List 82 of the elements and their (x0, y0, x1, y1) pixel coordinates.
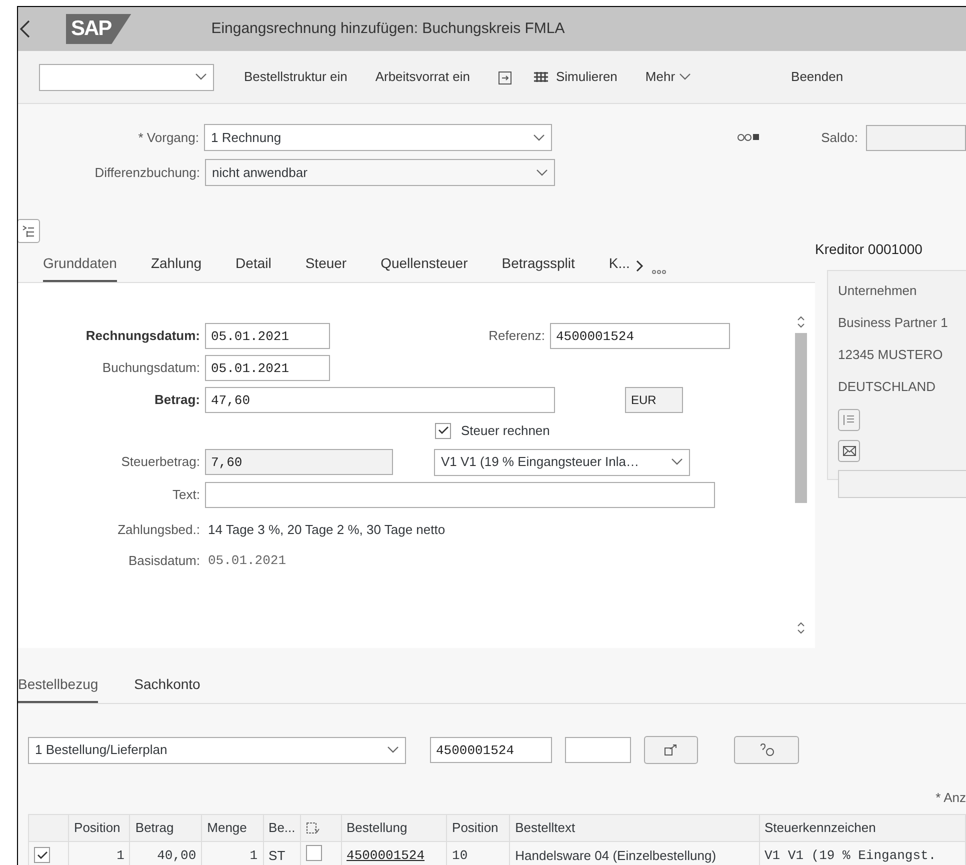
field-label: Rechnungsdatum: (84, 327, 200, 346)
dropdown-field[interactable] (39, 64, 214, 90)
date-field[interactable]: 05.01.2021 (205, 323, 330, 349)
panel-title: Kreditor 0001000 (815, 240, 924, 259)
field-label: Referenz: (488, 327, 545, 346)
payment-terms-text: 14 Tage 3 %, 20 Tage 2 %, 30 Tage netto (208, 520, 446, 539)
column-header: Menge (202, 814, 264, 841)
field-label: * Vorgang: (137, 128, 199, 147)
scroll-arrows-icon[interactable] (797, 621, 805, 635)
column-header: Position (68, 814, 130, 841)
tab[interactable]: K... (608, 249, 630, 282)
open-external-icon[interactable] (644, 736, 698, 764)
caret-icon (671, 458, 683, 466)
field-label: Zahlungsbed.: (116, 520, 200, 539)
back-icon[interactable] (18, 19, 32, 39)
mail-icon[interactable] (838, 440, 860, 462)
field-label: Betrag: (153, 391, 200, 410)
tax-code-dropdown[interactable]: V1 V1 (19 % Eingangsteuer Inla… (434, 448, 690, 476)
dropdown-field[interactable]: 1 Rechnung (204, 124, 552, 151)
list-icon[interactable] (838, 409, 860, 431)
row-checkbox[interactable] (34, 847, 50, 863)
check-icon (36, 850, 48, 860)
more-menu-button[interactable]: Mehr (645, 67, 692, 87)
text-field[interactable] (205, 482, 715, 508)
reference-field[interactable]: 4500001524 (550, 323, 730, 349)
input-field[interactable] (565, 737, 631, 763)
checkbox-label: Steuer rechnen (461, 422, 550, 440)
overflow-icon[interactable] (652, 270, 666, 274)
tab[interactable]: Sachkonto (134, 670, 200, 703)
caret-icon (679, 73, 692, 81)
field-label: Saldo: (821, 128, 858, 147)
window-title: Eingangsrechnung hinzufügen: Buchungskreis FMLA (211, 18, 565, 39)
checkbox[interactable] (306, 844, 322, 860)
column-header: Steuerkennzeichen (759, 814, 966, 841)
caret-icon (533, 134, 546, 142)
saldo-field[interactable] (866, 124, 966, 150)
input-field[interactable] (838, 470, 966, 498)
field-label: Text: (172, 486, 200, 504)
caret-icon (387, 746, 399, 754)
toolbar-button[interactable]: Bestellstruktur ein (244, 67, 348, 87)
column-header: Betrag (130, 814, 202, 841)
field-label: Basisdatum: (127, 552, 200, 570)
chevron-right-icon[interactable] (636, 260, 644, 272)
tab[interactable]: Zahlung (150, 249, 202, 282)
tab[interactable]: Quellensteuer (380, 249, 468, 282)
note-text: * Anz (934, 789, 966, 807)
column-header: Bestellung (341, 814, 447, 841)
simulate-button[interactable]: Simulieren (534, 67, 618, 87)
collapse-icon[interactable] (18, 219, 40, 243)
vendor-line: DEUTSCHLAND (838, 378, 937, 396)
column-header: Position (446, 814, 510, 841)
caret-icon (536, 168, 548, 176)
checkbox[interactable] (435, 422, 451, 439)
field-label: Differenzbuchung: (94, 164, 200, 182)
date-text: 05.01.2021 (208, 552, 286, 570)
caret-icon (195, 73, 207, 81)
tab[interactable]: Betragssplit (502, 249, 575, 282)
column-header: Be... (263, 814, 301, 841)
order-field[interactable]: 4500001524 (430, 737, 552, 763)
vendor-line: Business Partner 1 (838, 314, 949, 332)
currency-field: EUR (625, 387, 683, 413)
field-label: Steuerbetrag: (120, 453, 200, 472)
date-field[interactable]: 05.01.2021 (205, 355, 330, 381)
amount-field[interactable]: 47,60 (205, 387, 555, 413)
grid-icon (534, 72, 548, 82)
tab[interactable]: Steuer (305, 249, 347, 282)
tab[interactable]: Detail (236, 249, 272, 282)
logo: SAP (66, 14, 132, 44)
vendor-line: 12345 MUSTERO (838, 346, 944, 364)
tab[interactable]: Bestellbezug (18, 670, 98, 703)
check-icon (438, 426, 448, 436)
tax-amount-field[interactable]: 7,60 (205, 449, 393, 475)
scroll-arrows-icon[interactable] (797, 315, 805, 329)
field-label: Buchungsdatum: (101, 359, 200, 378)
dropdown-field[interactable]: 1 Bestellung/Lieferplan (28, 736, 406, 764)
column-header: Bestelltext (510, 814, 759, 841)
status-icon (737, 133, 762, 142)
scrollbar-thumb[interactable] (795, 333, 807, 503)
dropdown-field[interactable]: nicht anwendbar (205, 159, 555, 186)
exit-button[interactable]: Beenden (791, 67, 844, 87)
vendor-line: Unternehmen (838, 282, 918, 300)
toolbar-button[interactable]: Arbeitsvorrat ein (375, 67, 470, 87)
